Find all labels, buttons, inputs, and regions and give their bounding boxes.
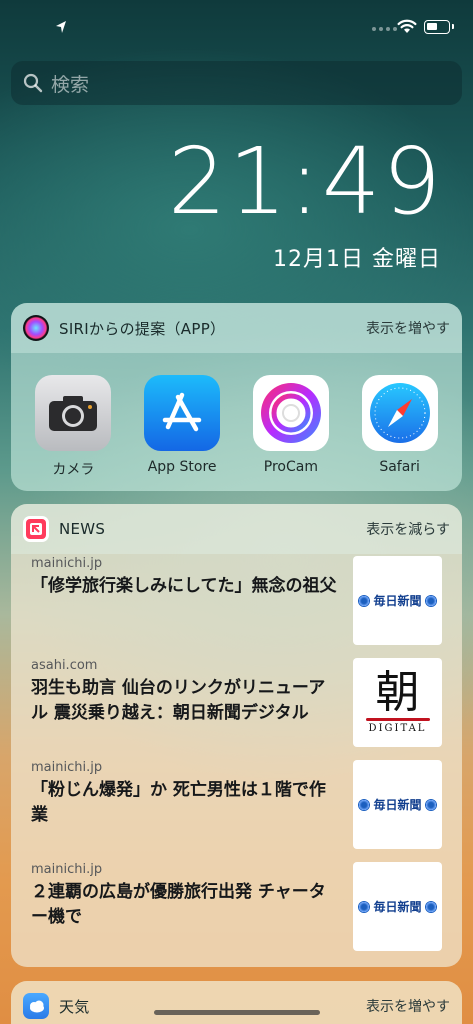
show-more-button[interactable]: 表示を増やす (366, 318, 450, 338)
location-arrow-icon (56, 21, 66, 33)
app-safari[interactable]: Safari (350, 375, 450, 479)
app-app-store[interactable]: App Store (132, 375, 232, 479)
signal-dots (372, 27, 397, 31)
news-headline: ２連覇の広島が優勝旅行出発 チャーター機で (31, 882, 326, 927)
news-headline: 羽生も助言 仙台のリンクがリニューアル 震災乗り越え：朝日新聞デジタル (31, 678, 326, 723)
news-source: asahi.com (31, 658, 98, 673)
widget-title: SIRIからの提案（APP） (59, 319, 226, 338)
weather-icon (23, 993, 49, 1019)
news-source: mainichi.jp (31, 556, 103, 571)
weather-widget: 天気 表示を増やす (11, 981, 462, 1024)
show-less-button[interactable]: 表示を減らす (366, 519, 450, 539)
app-suggestions: カメラ App Store ProCam Safari (11, 353, 462, 479)
lockscreen-time: 21:49 (167, 128, 443, 235)
news-source: mainichi.jp (31, 862, 103, 877)
widget-header: 天気 表示を増やす (11, 981, 462, 1024)
news-headline: 「粉じん爆発」か 死亡男性は１階で作業 (31, 780, 326, 825)
camera-icon (35, 375, 112, 451)
search-input[interactable]: 検索 (11, 61, 462, 105)
news-widget: NEWS 表示を減らす mainichi.jp 「修学旅行楽しみにしてた」無念の… (11, 504, 462, 967)
widget-header: SIRIからの提案（APP） 表示を増やす (11, 303, 462, 353)
wifi-icon (397, 19, 417, 33)
news-source: mainichi.jp (31, 760, 103, 775)
home-indicator[interactable] (154, 1010, 320, 1015)
news-item[interactable]: mainichi.jp ２連覇の広島が優勝旅行出発 チャーター機で 毎日新聞 (11, 860, 462, 962)
search-icon (23, 73, 43, 93)
news-headline: 「修学旅行楽しみにしてた」無念の祖父 (31, 576, 337, 596)
news-thumbnail: 毎日新聞 (353, 862, 442, 951)
procam-icon (252, 375, 329, 451)
status-bar (0, 0, 473, 52)
mainichi-logo: 毎日新聞 (358, 796, 437, 813)
news-item[interactable]: mainichi.jp 「修学旅行楽しみにしてた」無念の祖父 毎日新聞 (11, 554, 462, 656)
widget-title: NEWS (59, 520, 106, 538)
mainichi-logo: 毎日新聞 (358, 592, 437, 609)
app-store-icon (144, 375, 221, 451)
lockscreen-date: 12月1日 金曜日 (273, 247, 441, 272)
asahi-logo: 朝 DIGITAL (365, 671, 430, 734)
app-procam[interactable]: ProCam (241, 375, 341, 479)
show-more-button[interactable]: 表示を増やす (366, 996, 450, 1016)
news-item[interactable]: mainichi.jp 「粉じん爆発」か 死亡男性は１階で作業 毎日新聞 (11, 758, 462, 860)
search-placeholder: 検索 (51, 73, 90, 96)
news-app-icon (23, 516, 49, 542)
news-list: mainichi.jp 「修学旅行楽しみにしてた」無念の祖父 毎日新聞 asah… (11, 554, 462, 962)
app-label: カメラ (52, 462, 95, 478)
app-label: App Store (147, 459, 217, 475)
siri-suggestions-widget: SIRIからの提案（APP） 表示を増やす カメラ App Store ProC… (11, 303, 462, 491)
app-label: Safari (379, 459, 420, 475)
battery-icon (424, 20, 454, 34)
safari-icon (361, 375, 438, 451)
news-item[interactable]: asahi.com 羽生も助言 仙台のリンクがリニューアル 震災乗り越え：朝日新… (11, 656, 462, 758)
siri-icon (23, 315, 49, 341)
widget-header: NEWS 表示を減らす (11, 504, 462, 554)
news-thumbnail: 毎日新聞 (353, 760, 442, 849)
news-thumbnail: 毎日新聞 (353, 556, 442, 645)
app-camera[interactable]: カメラ (23, 375, 123, 479)
mainichi-logo: 毎日新聞 (358, 898, 437, 915)
app-label: ProCam (263, 459, 318, 475)
news-thumbnail: 朝 DIGITAL (353, 658, 442, 747)
